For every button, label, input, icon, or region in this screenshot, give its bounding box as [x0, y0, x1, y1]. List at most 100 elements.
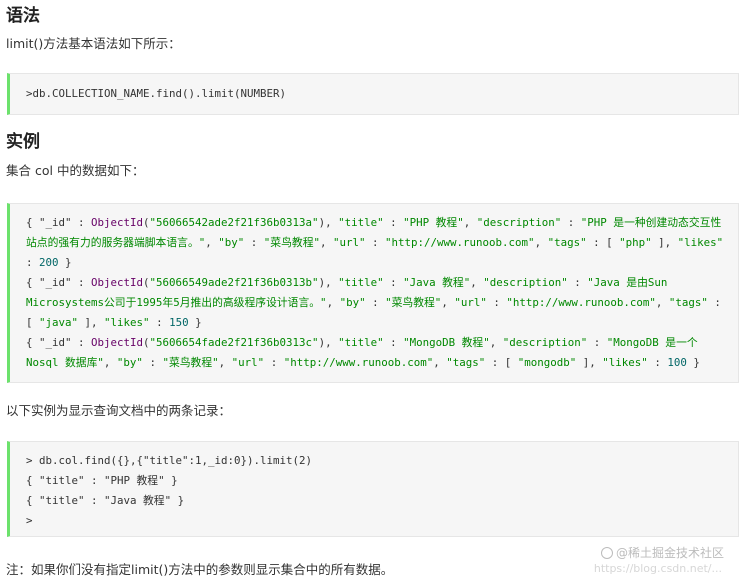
query-code-line: > [26, 514, 33, 527]
record-id: "5606654fade2f21f36b0313c" [149, 336, 319, 349]
syntax-intro: limit()方法基本语法如下所示： [6, 36, 181, 51]
example-heading: 实例 [6, 132, 40, 152]
code-punct: : [142, 356, 163, 369]
code-punct: ], [651, 236, 678, 249]
code-punct: , [489, 336, 503, 349]
code-punct: : [587, 336, 607, 349]
code-punct: { "_id" : [26, 336, 92, 349]
code-punct: } [58, 256, 72, 269]
record-title: "PHP 教程" [403, 216, 464, 229]
code-key: "description" [502, 336, 588, 349]
code-punct: : [149, 316, 170, 329]
code-key: "by" [218, 236, 245, 249]
code-key: "title" [338, 216, 384, 229]
code-func: ObjectId [91, 336, 144, 349]
record-by: "菜鸟教程" [162, 356, 219, 369]
code-punct: ], [576, 356, 603, 369]
code-key: "url" [333, 236, 366, 249]
record-tags: "php" [619, 236, 652, 249]
code-punct: , [103, 356, 117, 369]
code-punct: , [441, 296, 455, 309]
code-punct: , [470, 276, 484, 289]
code-punct: ], [78, 316, 105, 329]
code-punct: } [188, 316, 202, 329]
syntax-heading: 语法 [6, 6, 40, 26]
code-punct: : [244, 236, 264, 249]
record-line: { "_id" : ObjectId("56066549ade2f21f36b0… [26, 273, 730, 333]
record-tags: "java" [39, 316, 79, 329]
query-intro: 以下实例为显示查询文档中的两条记录： [6, 403, 232, 418]
code-punct: , [320, 236, 334, 249]
query-code-block: > db.col.find({},{"title":1,_id:0}).limi… [7, 441, 739, 537]
code-punct: , [218, 356, 232, 369]
code-key: "likes" [677, 236, 724, 249]
syntax-code-line: >db.COLLECTION_NAME.find().limit(NUMBER) [26, 87, 287, 100]
record-line: { "_id" : ObjectId("5606654fade2f21f36b0… [26, 333, 730, 373]
record-url: "http://www.runoob.com" [283, 356, 434, 369]
code-punct: , [205, 236, 219, 249]
code-punct: ), [318, 276, 339, 289]
code-key: "tags" [446, 356, 486, 369]
record-by: "菜鸟教程" [385, 296, 442, 309]
code-key: "by" [339, 296, 366, 309]
code-func: ObjectId [91, 216, 144, 229]
code-punct: , [326, 296, 340, 309]
record-title: "Java 教程" [403, 276, 471, 289]
example-intro: 集合 col 中的数据如下： [6, 163, 145, 178]
code-punct: : [383, 216, 404, 229]
example-data-code-block: { "_id" : ObjectId("56066542ade2f21f36b0… [7, 203, 739, 383]
query-code-line: > db.col.find({},{"title":1,_id:0}).limi… [26, 454, 313, 467]
code-punct: { "_id" : [26, 276, 92, 289]
record-title: "MongoDB 教程" [403, 336, 490, 349]
record-by: "菜鸟教程" [263, 236, 320, 249]
watermark-brand: @稀土掘金技术社区 [600, 544, 724, 561]
record-url: "http://www.runoob.com" [506, 296, 656, 309]
code-punct: : [383, 276, 404, 289]
watermark-url: https://blog.csdn.net/... [593, 562, 722, 575]
code-punct: : [365, 236, 386, 249]
record-likes: 200 [39, 256, 59, 269]
code-key: "by" [116, 356, 143, 369]
code-punct: : [561, 216, 581, 229]
code-punct: : [383, 336, 404, 349]
record-tags: "mongodb" [517, 356, 577, 369]
query-code-line: { "title" : "Java 教程" } [26, 494, 185, 507]
code-punct: : [26, 256, 40, 269]
code-key: "likes" [602, 356, 648, 369]
code-punct: ), [318, 336, 339, 349]
code-func: ObjectId [91, 276, 144, 289]
code-punct: ), [318, 216, 339, 229]
code-key: "tags" [547, 236, 587, 249]
syntax-code-block: >db.COLLECTION_NAME.find().limit(NUMBER) [7, 73, 739, 115]
code-punct: } [686, 356, 700, 369]
record-url: "http://www.runoob.com" [385, 236, 535, 249]
code-key: "url" [231, 356, 265, 369]
code-punct: , [463, 216, 477, 229]
code-punct: : [ [485, 356, 518, 369]
query-code-line: { "title" : "PHP 教程" } [26, 474, 178, 487]
code-key: "description" [476, 216, 562, 229]
code-key: "title" [338, 336, 384, 349]
code-key: "url" [454, 296, 487, 309]
code-punct: : [ [586, 236, 620, 249]
code-punct: { "_id" : [26, 216, 92, 229]
code-punct: : [647, 356, 668, 369]
code-punct: : [486, 296, 507, 309]
note-text: 注：如果你们没有指定limit()方法中的参数则显示集合中的所有数据。 [6, 562, 394, 577]
code-punct: : [365, 296, 386, 309]
code-punct: , [655, 296, 669, 309]
code-punct: : [567, 276, 588, 289]
record-likes: 100 [667, 356, 687, 369]
record-id: "56066549ade2f21f36b0313b" [149, 276, 319, 289]
brand-logo-icon [600, 547, 613, 559]
code-key: "likes" [104, 316, 150, 329]
code-punct: , [534, 236, 548, 249]
code-key: "tags" [668, 296, 708, 309]
record-likes: 150 [169, 316, 189, 329]
code-key: "description" [483, 276, 568, 289]
record-line: { "_id" : ObjectId("56066542ade2f21f36b0… [26, 213, 730, 273]
code-key: "title" [338, 276, 384, 289]
code-punct: : [264, 356, 284, 369]
record-id: "56066542ade2f21f36b0313a" [149, 216, 319, 229]
code-punct: , [433, 356, 447, 369]
